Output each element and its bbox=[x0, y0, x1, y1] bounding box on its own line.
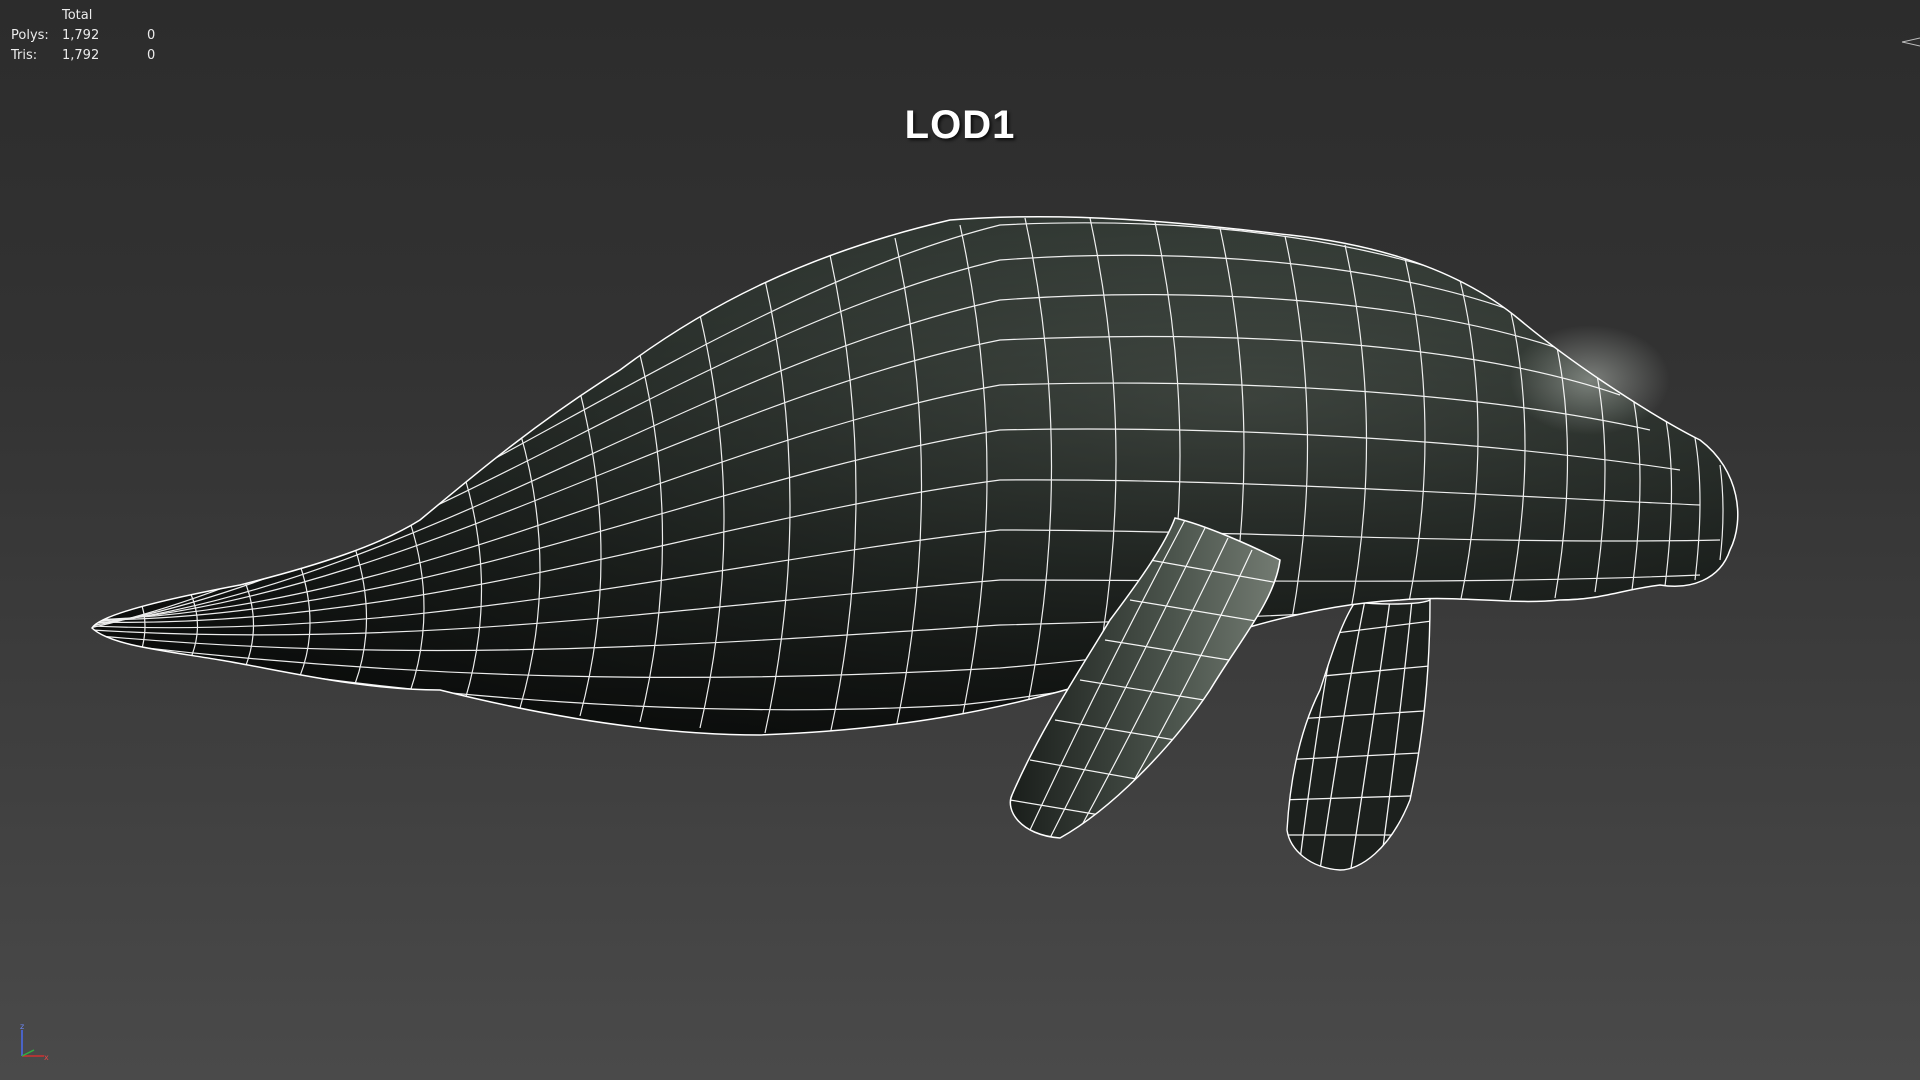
viewcube-edge-icon[interactable] bbox=[1898, 36, 1920, 48]
rear-flipper bbox=[1286, 598, 1431, 871]
manatee-body bbox=[91, 215, 1739, 736]
axis-x-label: x bbox=[44, 1053, 49, 1062]
axis-gizmo-icon: z x bbox=[20, 1022, 49, 1062]
axis-z-label: z bbox=[20, 1022, 24, 1031]
3d-viewport[interactable]: Total Polys: 1,792 0 Tris: 1,792 0 LOD1 bbox=[0, 0, 1920, 1080]
manatee-wireframe-model[interactable] bbox=[0, 0, 1920, 1080]
